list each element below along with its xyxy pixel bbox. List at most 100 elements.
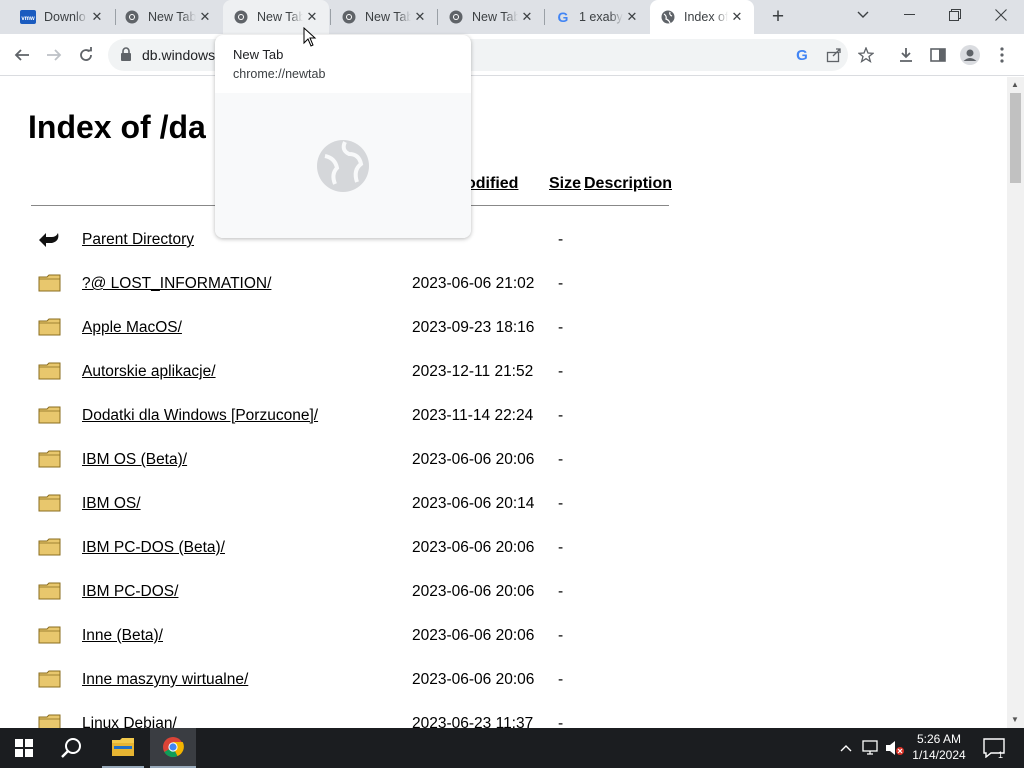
tab-new-tab-4[interactable]: New Tab ✕ — [438, 0, 544, 34]
tab-new-tab-1[interactable]: New Tab ✕ — [116, 0, 222, 34]
chrome-taskbar-button[interactable] — [150, 728, 196, 768]
clock[interactable]: 5:26 AM 1/14/2024 — [904, 731, 974, 763]
tab-search-chevron-icon[interactable] — [840, 0, 886, 30]
menu-button[interactable] — [988, 41, 1016, 69]
row-size: - — [558, 407, 564, 424]
row-date: 2023-09-23 18:16 — [412, 319, 535, 336]
back-button[interactable] — [8, 41, 36, 69]
windows-icon — [15, 739, 33, 757]
folder-icon — [38, 361, 62, 383]
share-button[interactable] — [820, 41, 848, 69]
folder-icon — [38, 317, 62, 339]
search-button[interactable] — [52, 728, 92, 768]
table-row: Apple MacOS/ 2023-09-23 18:16 - — [0, 315, 700, 345]
directory-link[interactable]: Inne maszyny wirtualne/ — [82, 671, 248, 689]
folder-icon — [38, 537, 62, 559]
close-tab-icon[interactable]: ✕ — [728, 8, 746, 26]
row-size: - — [558, 231, 564, 248]
minimize-button[interactable] — [886, 0, 932, 30]
chrome-icon — [163, 737, 184, 758]
mouse-cursor-icon — [303, 26, 317, 52]
row-size: - — [558, 583, 564, 600]
close-tab-icon[interactable]: ✕ — [518, 8, 536, 26]
row-date: 2023-06-06 20:14 — [412, 495, 535, 512]
volume-muted-icon[interactable] — [884, 728, 906, 768]
folder-icon — [38, 625, 62, 647]
row-size: - — [558, 319, 564, 336]
start-button[interactable] — [4, 728, 44, 768]
hover-card-preview — [215, 93, 471, 238]
notification-center-button[interactable]: 1 — [980, 728, 1008, 768]
google-lens-button[interactable]: G — [788, 41, 816, 69]
folder-icon — [38, 713, 62, 728]
file-explorer-icon — [112, 738, 134, 756]
bookmark-button[interactable] — [852, 41, 880, 69]
scrollbar-thumb[interactable] — [1010, 93, 1021, 183]
google-icon: G — [555, 9, 571, 25]
new-tab-button[interactable]: + — [766, 5, 790, 29]
tab-downloads[interactable]: vmw Downlo ✕ — [8, 0, 114, 34]
directory-link[interactable]: Autorskie aplikacje/ — [82, 363, 216, 381]
table-row: Dodatki dla Windows [Porzucone]/ 2023-11… — [0, 403, 700, 433]
downloads-button[interactable] — [892, 41, 920, 69]
directory-link[interactable]: Inne (Beta)/ — [82, 627, 163, 645]
folder-icon — [38, 493, 62, 515]
row-size: - — [558, 539, 564, 556]
avatar-icon — [960, 45, 980, 65]
directory-link[interactable]: Dodatki dla Windows [Porzucone]/ — [82, 407, 318, 425]
tab-strip: vmw Downlo ✕ New Tab ✕ New Tab ✕ New Tab… — [0, 0, 1024, 34]
size-column-header[interactable]: Size — [549, 175, 581, 193]
directory-link[interactable]: IBM OS/ — [82, 495, 141, 513]
close-window-button[interactable] — [978, 0, 1024, 30]
close-tab-icon[interactable]: ✕ — [623, 8, 641, 26]
taskbar: 5:26 AM 1/14/2024 1 — [0, 728, 1024, 768]
last-modified-column-header[interactable]: odified — [466, 175, 518, 193]
description-column-header[interactable]: Description — [584, 175, 672, 193]
tab-google-search[interactable]: G 1 exaby ✕ — [545, 0, 649, 34]
tab-index-of[interactable]: Index of ✕ — [650, 0, 754, 34]
show-hidden-icons-chevron-icon[interactable] — [836, 728, 856, 768]
chrome-icon — [341, 9, 357, 25]
directory-link[interactable]: IBM OS (Beta)/ — [82, 451, 187, 469]
restore-button[interactable] — [932, 0, 978, 30]
folder-icon — [38, 581, 62, 603]
directory-link[interactable]: Linux Debian/ — [82, 715, 177, 728]
directory-link[interactable]: IBM PC-DOS (Beta)/ — [82, 539, 225, 557]
table-row: Linux Debian/ 2023-06-23 11:37 - — [0, 711, 700, 728]
tab-new-tab-3[interactable]: New Tab ✕ — [331, 0, 437, 34]
row-date: 2023-11-14 22:24 — [412, 407, 534, 424]
file-explorer-button[interactable] — [102, 728, 144, 768]
network-icon[interactable] — [860, 728, 882, 768]
row-date: 2023-06-06 20:06 — [412, 451, 535, 468]
table-row: ?@ LOST_INFORMATION/ 2023-06-06 21:02 - — [0, 271, 700, 301]
close-tab-icon[interactable]: ✕ — [411, 8, 429, 26]
folder-icon — [38, 273, 62, 295]
screen: vmw Downlo ✕ New Tab ✕ New Tab ✕ New Tab… — [0, 0, 1024, 768]
row-size: - — [558, 715, 564, 728]
close-tab-icon[interactable]: ✕ — [303, 8, 321, 26]
close-tab-icon[interactable]: ✕ — [196, 8, 214, 26]
directory-link[interactable]: Apple MacOS/ — [82, 319, 182, 337]
side-panel-button[interactable] — [924, 41, 952, 69]
row-date: 2023-06-06 21:02 — [412, 275, 535, 292]
folder-icon — [38, 449, 62, 471]
vertical-scrollbar[interactable]: ▲ ▼ — [1007, 77, 1024, 728]
directory-link[interactable]: IBM PC-DOS/ — [82, 583, 178, 601]
forward-button[interactable] — [40, 41, 68, 69]
url-text[interactable]: db.windows — [142, 47, 215, 63]
chrome-icon — [233, 9, 249, 25]
row-size: - — [558, 495, 564, 512]
profile-button[interactable] — [956, 41, 984, 69]
close-tab-icon[interactable]: ✕ — [88, 8, 106, 26]
chrome-icon — [448, 9, 464, 25]
scroll-up-arrow-icon[interactable]: ▲ — [1011, 80, 1019, 89]
svg-text:G: G — [796, 47, 808, 63]
parent-directory-link[interactable]: Parent Directory — [82, 231, 194, 249]
back-arrow-icon — [38, 229, 62, 251]
lock-icon[interactable] — [120, 47, 132, 66]
reload-button[interactable] — [72, 41, 100, 69]
star-icon — [858, 47, 874, 63]
scroll-down-arrow-icon[interactable]: ▼ — [1011, 715, 1019, 724]
table-row: Autorskie aplikacje/ 2023-12-11 21:52 - — [0, 359, 700, 389]
directory-link[interactable]: ?@ LOST_INFORMATION/ — [82, 275, 271, 293]
